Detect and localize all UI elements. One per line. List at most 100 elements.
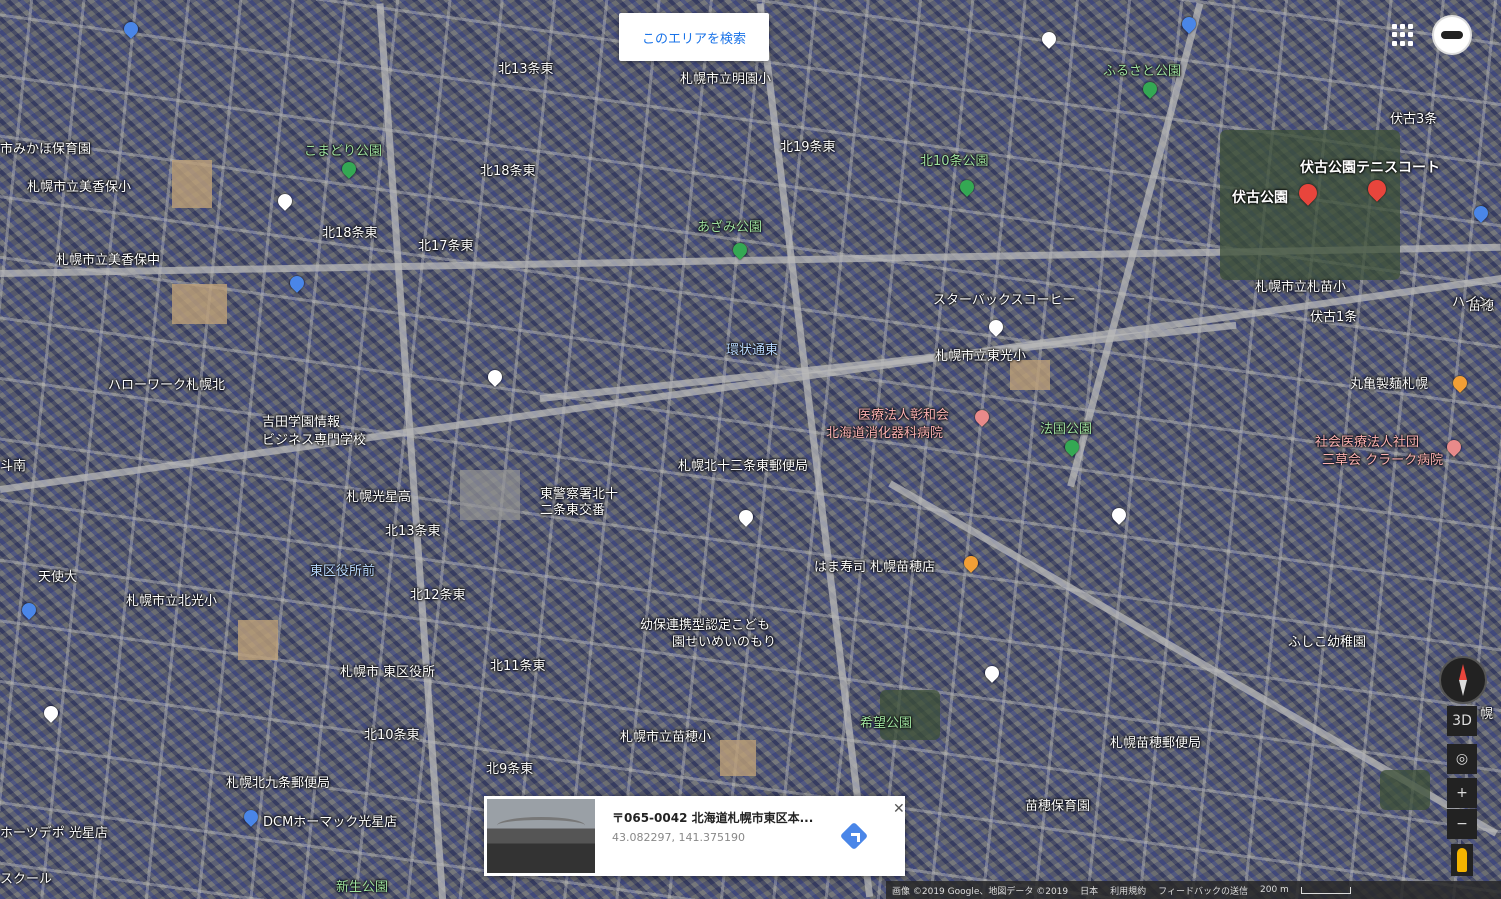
restaurant-pin[interactable] — [1450, 373, 1470, 393]
map-label[interactable]: スターバックスコーヒー — [933, 289, 1075, 308]
card-address[interactable]: 〒065-0042 北海道札幌市東区本... — [612, 809, 813, 826]
feedback-link[interactable]: フィードバックの送信 — [1158, 884, 1248, 897]
place-pin[interactable] — [19, 600, 39, 620]
directions-icon[interactable] — [839, 821, 870, 852]
scale-label[interactable]: 200 m — [1260, 885, 1289, 895]
map-label[interactable]: 伏古公園 — [1232, 187, 1288, 207]
hospital-pin[interactable] — [1444, 437, 1464, 457]
park-pin[interactable] — [957, 177, 977, 197]
map-label[interactable]: 丸亀製麺札幌 — [1350, 373, 1428, 392]
map-label[interactable]: 北9条東 — [486, 758, 533, 777]
map-label[interactable]: 環状通東 — [726, 339, 778, 358]
apps-grid-icon[interactable] — [1392, 24, 1414, 46]
search-this-area-button[interactable]: このエリアを検索 — [619, 13, 769, 61]
place-pin[interactable] — [485, 367, 505, 387]
zoom-in-button[interactable]: + — [1447, 778, 1477, 808]
map-label[interactable]: 苗穂保育園 — [1025, 795, 1090, 814]
map-label[interactable]: 法国公園 — [1040, 418, 1092, 437]
map-label[interactable]: 札幌市立美香保小 — [27, 176, 131, 195]
map-label[interactable]: ふるさと公園 — [1103, 60, 1181, 79]
map-label[interactable]: 天使大 — [38, 566, 77, 585]
place-pin[interactable] — [1471, 203, 1491, 223]
my-location-icon[interactable]: ◎ — [1447, 744, 1477, 774]
country-label[interactable]: 日本 — [1080, 884, 1098, 897]
map-label[interactable]: 東区役所前 — [310, 560, 375, 579]
map-label[interactable]: 北13条東 — [385, 520, 441, 539]
map-label[interactable]: 札幌苗穂郵便局 — [1110, 732, 1201, 751]
place-pin[interactable] — [41, 703, 61, 723]
map-label[interactable]: 北12条東 — [410, 584, 466, 603]
place-pin[interactable] — [275, 191, 295, 211]
zoom-out-button[interactable]: − — [1447, 809, 1477, 839]
place-pin[interactable] — [241, 807, 261, 827]
place-pin[interactable] — [982, 663, 1002, 683]
map-label[interactable]: 園せいめいのもり — [672, 631, 776, 650]
park-pin[interactable] — [339, 159, 359, 179]
map-label[interactable]: 北17条東 — [418, 235, 474, 254]
map-label[interactable]: こまどり公園 — [304, 140, 382, 159]
map-label[interactable]: 幌 — [1480, 703, 1493, 722]
tilt-3d-button[interactable]: 3D — [1447, 706, 1477, 736]
map-label[interactable]: 伏古1条 — [1310, 306, 1357, 325]
map-label[interactable]: 札幌市立東光小 — [935, 345, 1026, 364]
map-label[interactable]: 札幌市立苗穂小 — [620, 726, 711, 745]
map-label[interactable]: ふしこ幼稚園 — [1288, 631, 1366, 650]
map-label[interactable]: ホーツデポ 光星店 — [0, 822, 108, 841]
map-label[interactable]: ビジネス専門学校 — [262, 429, 366, 448]
map-label[interactable]: ハローワーク札幌北 — [108, 374, 225, 393]
place-pin[interactable] — [972, 407, 992, 427]
place-pin[interactable] — [736, 507, 756, 527]
map-label[interactable]: 北10条公園 — [920, 150, 989, 169]
close-icon[interactable]: ✕ — [887, 799, 911, 818]
map-label[interactable]: 札幌市 東区役所 — [340, 661, 435, 680]
avatar-icon[interactable] — [1432, 15, 1472, 55]
map-label[interactable]: ハイン — [1452, 291, 1491, 310]
map-label[interactable]: 札幌市立札苗小 — [1255, 276, 1346, 295]
map-label[interactable]: スクール — [0, 868, 52, 887]
road — [539, 321, 1237, 402]
place-pin[interactable] — [287, 273, 307, 293]
place-pin[interactable] — [1109, 505, 1129, 525]
map-label[interactable]: 伏古公園テニスコート — [1300, 157, 1440, 177]
map-label[interactable]: 北18条東 — [480, 160, 536, 179]
map-label[interactable]: 札幌市立美香保中 — [56, 249, 160, 268]
map-label[interactable]: 札幌北十三条東郵便局 — [678, 455, 808, 474]
map-label[interactable]: 札幌市立明園小 — [680, 68, 771, 87]
park-pin[interactable] — [1140, 79, 1160, 99]
map-label[interactable]: 北10条東 — [364, 724, 420, 743]
pegman-icon[interactable] — [1451, 844, 1473, 876]
restaurant-pin[interactable] — [961, 553, 981, 573]
map-label[interactable]: 北18条東 — [322, 222, 378, 241]
map-label[interactable]: 斗南 — [0, 455, 26, 474]
compass-icon[interactable] — [1439, 656, 1487, 704]
attribution-bar: 画像 ©2019 Google、地図データ ©2019 日本 利用規約 フィード… — [886, 881, 1501, 899]
map-label[interactable]: 北19条東 — [780, 136, 836, 155]
selected-location-pin[interactable] — [986, 317, 1006, 337]
map-label[interactable]: 三草会 クラーク病院 — [1322, 449, 1443, 468]
map-label[interactable]: 医療法人彰和会 — [858, 404, 949, 423]
map-label[interactable]: 伏古3条 — [1390, 108, 1437, 127]
map-label[interactable]: 市みかほ保育園 — [0, 138, 91, 157]
map-label[interactable]: 希望公園 — [860, 712, 912, 731]
location-info-card[interactable]: 〒065-0042 北海道札幌市東区本... 43.082297, 141.37… — [484, 796, 905, 876]
map-label[interactable]: はま寿司 札幌苗穂店 — [814, 556, 935, 575]
map-label[interactable]: 札幌光星高 — [346, 486, 411, 505]
map-label[interactable]: 二条東交番 — [540, 499, 605, 518]
school-field — [460, 470, 520, 520]
map-label[interactable]: 社会医療法人社団 — [1315, 431, 1419, 450]
map-label[interactable]: 吉田学園情報 — [262, 411, 340, 430]
imagery-credit: 画像 ©2019 Google、地図データ ©2019 — [892, 886, 1069, 897]
map-label[interactable]: 北海道消化器科病院 — [826, 422, 943, 441]
map-label[interactable]: あざみ公園 — [697, 216, 762, 235]
place-pin[interactable] — [1039, 29, 1059, 49]
satellite-map[interactable]: 北13条東 札幌市立明園小 ふるさと公園 市みかほ保育園 こまどり公園 北18条東 北19条… — [0, 0, 1501, 899]
map-label[interactable]: 新生公園 — [336, 876, 388, 895]
map-label[interactable]: 北13条東 — [498, 58, 554, 77]
map-label[interactable]: 北11条東 — [490, 655, 546, 674]
map-label[interactable]: 札幌市立北光小 — [126, 590, 217, 609]
map-label[interactable]: DCMホーマック光星店 — [263, 811, 397, 830]
place-pin[interactable] — [121, 19, 141, 39]
street-view-thumbnail[interactable] — [487, 799, 595, 873]
map-label[interactable]: 札幌北九条郵便局 — [226, 772, 330, 791]
terms-link[interactable]: 利用規約 — [1110, 884, 1146, 897]
